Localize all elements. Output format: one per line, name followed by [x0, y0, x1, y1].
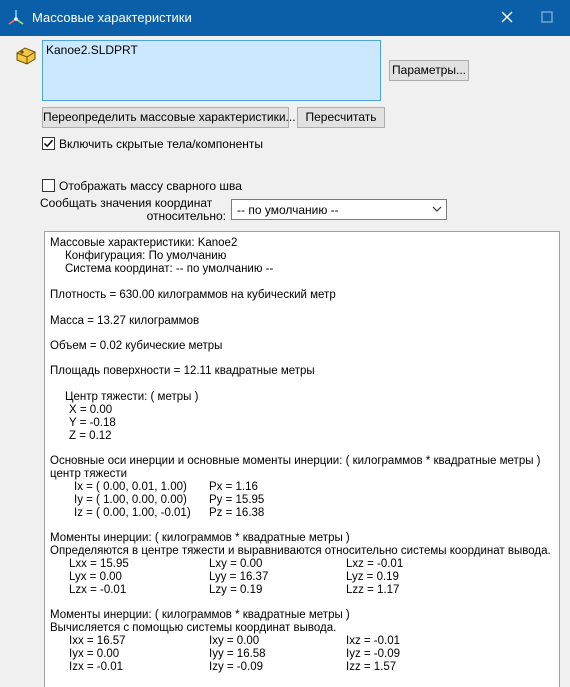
inertia-cell: Ixy = 0.00 — [209, 635, 260, 647]
coord-label-line2: относительно: — [146, 209, 226, 223]
inertia-cell: Izx = -0.01 — [69, 661, 124, 673]
inertia-cell: Lxy = 0.00 — [209, 558, 263, 570]
results-panel[interactable]: Массовые характеристики: Kanoe2 Конфигур… — [44, 231, 560, 687]
inertia-cell: Izy = -0.09 — [209, 661, 264, 673]
recalculate-button[interactable]: Пересчитать — [297, 107, 385, 128]
cog-z: Z = 0.12 — [69, 430, 112, 442]
window-title: Массовые характеристики — [32, 10, 192, 25]
close-icon[interactable] — [500, 10, 514, 24]
moments-output-title: Моменты инерции: ( килограммов * квадрат… — [50, 609, 350, 621]
principal-moment: Px = 1.16 — [209, 481, 258, 493]
principal-moment: Py = 15.95 — [209, 494, 265, 506]
principal-axis-row: Iz = ( 0.00, 1.00, -0.01) — [74, 507, 191, 519]
inertia-cell: Lzz = 1.17 — [346, 584, 400, 596]
inertia-cell: Lyz = 0.19 — [346, 571, 399, 583]
inertia-cell: Iyx = 0.00 — [69, 648, 120, 660]
principal-axis-row: Ix = ( 0.00, 0.01, 1.00) — [74, 481, 187, 493]
inertia-cell: Lyx = 0.00 — [69, 571, 122, 583]
moments-output-subtitle: Вычисляется с помощью системы координат … — [50, 622, 337, 634]
principal-axes-title: Основные оси инерции и основные моменты … — [50, 455, 541, 467]
parameters-button[interactable]: Параметры... — [389, 60, 469, 81]
inertia-cell: Lxz = -0.01 — [346, 558, 404, 570]
moments-cog-subtitle: Определяются в центре тяжести и выравнив… — [50, 545, 551, 557]
title-bar: Массовые характеристики — [0, 0, 570, 36]
chevron-down-icon — [432, 206, 442, 212]
principal-axis-row: Iy = ( 1.00, 0.00, 0.00) — [74, 494, 187, 506]
inertia-cell: Lyy = 16.37 — [209, 571, 269, 583]
inertia-cell: Lzy = 0.19 — [209, 584, 263, 596]
part-icon — [16, 47, 36, 65]
volume-line: Объем = 0.02 кубические метры — [50, 340, 223, 352]
center-of-gravity-title: Центр тяжести: ( метры ) — [65, 391, 199, 403]
selection-list[interactable]: Kanoe2.SLDPRT — [42, 40, 381, 101]
surface-area-line: Площадь поверхности = 12.11 квадратные м… — [50, 365, 315, 377]
include-hidden-label: Включить скрытые тела/компоненты — [59, 137, 264, 151]
inertia-cell: Ixx = 16.57 — [69, 635, 126, 647]
results-header: Массовые характеристики: Kanoe2 — [50, 237, 238, 249]
cog-y: Y = -0.18 — [69, 417, 116, 429]
inertia-cell: Ixz = -0.01 — [346, 635, 401, 647]
results-configuration: Конфигурация: По умолчанию — [65, 250, 227, 262]
moments-cog-title: Моменты инерции: ( килограммов * квадрат… — [50, 532, 350, 544]
coordinate-system-value: -- по умолчанию -- — [237, 203, 339, 217]
inertia-cell: Lxx = 15.95 — [69, 558, 129, 570]
show-weld-mass-checkbox[interactable] — [42, 179, 55, 192]
maximize-icon[interactable] — [540, 10, 554, 24]
checkmark-icon — [43, 139, 54, 148]
principal-axes-subtitle: центр тяжести — [50, 468, 128, 480]
override-mass-properties-button[interactable]: Переопределить массовые характеристики..… — [42, 107, 296, 128]
axis-triad-icon — [8, 10, 24, 25]
inertia-cell: Izz = 1.57 — [346, 661, 397, 673]
selection-item[interactable]: Kanoe2.SLDPRT — [46, 43, 138, 57]
show-weld-mass-label: Отображать массу сварного шва — [59, 179, 242, 193]
principal-moment: Pz = 16.38 — [209, 507, 265, 519]
inertia-cell: Lzx = -0.01 — [69, 584, 127, 596]
include-hidden-checkbox[interactable] — [42, 137, 55, 150]
inertia-cell: Iyz = -0.09 — [346, 648, 401, 660]
results-coordinate-system: Система координат: -- по умолчанию -- — [65, 263, 274, 275]
density-line: Плотность = 630.00 килограммов на кубиче… — [50, 289, 336, 301]
inertia-cell: Iyy = 16.58 — [209, 648, 266, 660]
cog-x: X = 0.00 — [69, 404, 113, 416]
mass-line: Масса = 13.27 килограммов — [50, 315, 200, 327]
coordinate-system-select[interactable]: -- по умолчанию -- — [231, 199, 447, 220]
